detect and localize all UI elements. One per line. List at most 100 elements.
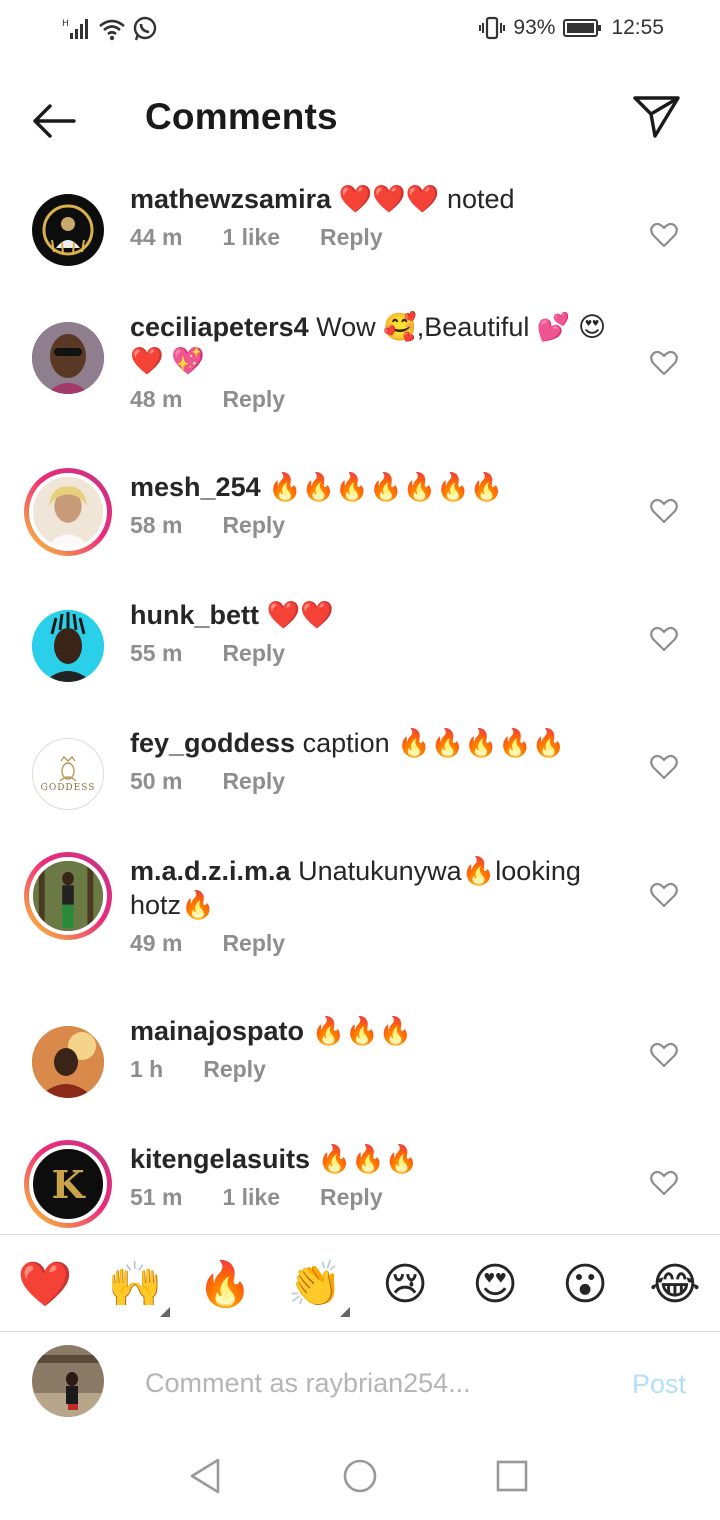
vibrate-icon xyxy=(479,16,506,40)
emoji-surprised-button[interactable]: 😮 xyxy=(557,1257,613,1313)
avatar[interactable] xyxy=(24,468,112,556)
whatsapp-icon xyxy=(132,16,158,42)
circle-home-icon xyxy=(343,1459,377,1493)
comment-time: 55 m xyxy=(130,640,183,666)
heart-icon[interactable] xyxy=(650,626,678,652)
comment-message: ❤️❤️ xyxy=(266,600,334,630)
comments-list[interactable]: mathewzsamira ❤️❤️❤️ noted 44 m 1 like R… xyxy=(0,168,720,1234)
comment-meta: 1 h Reply xyxy=(130,1056,630,1083)
battery-icon xyxy=(563,18,603,38)
comment-time: 58 m xyxy=(130,512,183,538)
reply-button[interactable]: Reply xyxy=(222,768,285,795)
reply-button[interactable]: Reply xyxy=(222,386,285,413)
heart-icon[interactable] xyxy=(650,882,678,908)
comment-meta: 44 m 1 like Reply xyxy=(130,224,630,251)
system-nav-bar xyxy=(0,1436,720,1520)
comment-username[interactable]: m.a.d.z.i.m.a xyxy=(130,856,291,886)
comment-meta: 58 m Reply xyxy=(130,512,630,539)
comment-time: 51 m xyxy=(130,1184,183,1210)
comment-time: 50 m xyxy=(130,768,183,794)
triangle-back-icon xyxy=(190,1458,220,1494)
emoji-heart-eyes-button[interactable]: 😍 xyxy=(467,1257,523,1313)
comment-text: mainajospato 🔥🔥🔥 xyxy=(130,1014,630,1048)
comment-input[interactable] xyxy=(145,1363,605,1403)
comment-item: GODDESS fey_goddess caption 🔥🔥🔥🔥🔥 50 m R… xyxy=(0,726,720,836)
emoji-clapping-button[interactable]: 👏 xyxy=(287,1257,343,1313)
emoji-heart-button[interactable]: ❤️ xyxy=(17,1257,73,1313)
heart-icon[interactable] xyxy=(650,1170,678,1196)
comment-meta: 48 m Reply xyxy=(130,386,630,413)
status-right: 93% 12:55 xyxy=(479,16,664,40)
comment-item: ceciliapeters4 Wow 🥰,Beautiful 💕 😍 ❤️ 💖 … xyxy=(0,310,720,450)
clock: 12:55 xyxy=(611,16,664,39)
heart-icon[interactable] xyxy=(650,498,678,524)
kitengela-logo-text: K xyxy=(51,1161,85,1207)
skin-tone-indicator-icon xyxy=(340,1307,350,1317)
my-avatar xyxy=(32,1345,104,1417)
comment-username[interactable]: mainajospato xyxy=(130,1016,304,1046)
battery-percent: 93% xyxy=(513,16,556,39)
comment-time: 1 h xyxy=(130,1056,164,1082)
status-bar: H 93% 12:55 xyxy=(0,0,720,62)
comment-composer: Post xyxy=(0,1333,720,1433)
svg-text:H: H xyxy=(62,19,69,29)
comment-username[interactable]: ceciliapeters4 xyxy=(130,312,309,342)
quick-emoji-bar: ❤️ 🙌 🔥 👏 😢 😍 😮 😂 xyxy=(0,1234,720,1332)
goddess-logo-text: GODDESS xyxy=(40,783,96,793)
heart-icon[interactable] xyxy=(650,1042,678,1068)
avatar[interactable] xyxy=(24,852,112,940)
heart-icon[interactable] xyxy=(650,754,678,780)
comment-username[interactable]: kitengelasuits xyxy=(130,1144,310,1174)
arrow-left-icon xyxy=(33,104,76,138)
comment-item: K kitengelasuits 🔥🔥🔥 51 m 1 like Reply xyxy=(0,1140,720,1234)
reply-button[interactable]: Reply xyxy=(222,640,285,667)
comment-text: m.a.d.z.i.m.a Unatukunywa🔥looking hotz🔥 xyxy=(130,854,630,922)
avatar[interactable] xyxy=(24,1018,112,1106)
reply-button[interactable]: Reply xyxy=(320,224,383,251)
heart-icon[interactable] xyxy=(650,222,678,248)
comment-text: ceciliapeters4 Wow 🥰,Beautiful 💕 😍 ❤️ 💖 xyxy=(130,310,630,378)
emoji-fire-button[interactable]: 🔥 xyxy=(197,1257,253,1313)
avatar[interactable]: GODDESS xyxy=(24,730,112,818)
avatar[interactable] xyxy=(24,314,112,402)
nav-home-button[interactable] xyxy=(338,1454,382,1498)
reply-button[interactable]: Reply xyxy=(222,512,285,539)
nav-recents-button[interactable] xyxy=(490,1454,534,1498)
share-button[interactable] xyxy=(630,92,684,142)
emoji-crying-button[interactable]: 😢 xyxy=(377,1257,433,1313)
paper-plane-icon xyxy=(633,96,680,138)
emoji-raised-hands-button[interactable]: 🙌 xyxy=(107,1257,163,1313)
reply-button[interactable]: Reply xyxy=(203,1056,266,1083)
wifi-icon xyxy=(98,17,126,41)
comment-text: hunk_bett ❤️❤️ xyxy=(130,598,630,632)
comment-item: hunk_bett ❤️❤️ 55 m Reply xyxy=(0,598,720,708)
back-button[interactable] xyxy=(28,96,84,146)
comment-likes[interactable]: 1 like xyxy=(222,1184,280,1211)
nav-back-button[interactable] xyxy=(184,1454,228,1498)
comment-message: 🔥🔥🔥 xyxy=(317,1144,419,1174)
comment-message: 🔥🔥🔥🔥🔥🔥🔥 xyxy=(268,472,504,502)
comment-meta: 55 m Reply xyxy=(130,640,630,667)
avatar[interactable] xyxy=(24,186,112,274)
emoji-laughing-button[interactable]: 😂 xyxy=(647,1257,703,1313)
comment-username[interactable]: fey_goddess xyxy=(130,728,295,758)
comment-item: mesh_254 🔥🔥🔥🔥🔥🔥🔥 58 m Reply xyxy=(0,468,720,580)
post-button[interactable]: Post xyxy=(632,1369,686,1400)
comment-likes[interactable]: 1 like xyxy=(222,224,280,251)
comment-username[interactable]: mathewzsamira xyxy=(130,184,331,214)
avatar[interactable]: K xyxy=(24,1140,112,1228)
heart-icon[interactable] xyxy=(650,350,678,376)
avatar[interactable] xyxy=(24,602,112,690)
comment-username[interactable]: hunk_bett xyxy=(130,600,259,630)
reply-button[interactable]: Reply xyxy=(222,930,285,957)
reply-button[interactable]: Reply xyxy=(320,1184,383,1211)
header: Comments xyxy=(0,78,720,164)
comment-message: caption 🔥🔥🔥🔥🔥 xyxy=(302,728,566,758)
page-title: Comments xyxy=(145,96,338,137)
comment-text: mesh_254 🔥🔥🔥🔥🔥🔥🔥 xyxy=(130,470,630,504)
comment-username[interactable]: mesh_254 xyxy=(130,472,261,502)
comment-message: 🔥🔥🔥 xyxy=(311,1016,413,1046)
status-left-icons: H xyxy=(62,16,158,42)
comment-time: 49 m xyxy=(130,930,183,956)
comment-meta: 50 m Reply xyxy=(130,768,630,795)
